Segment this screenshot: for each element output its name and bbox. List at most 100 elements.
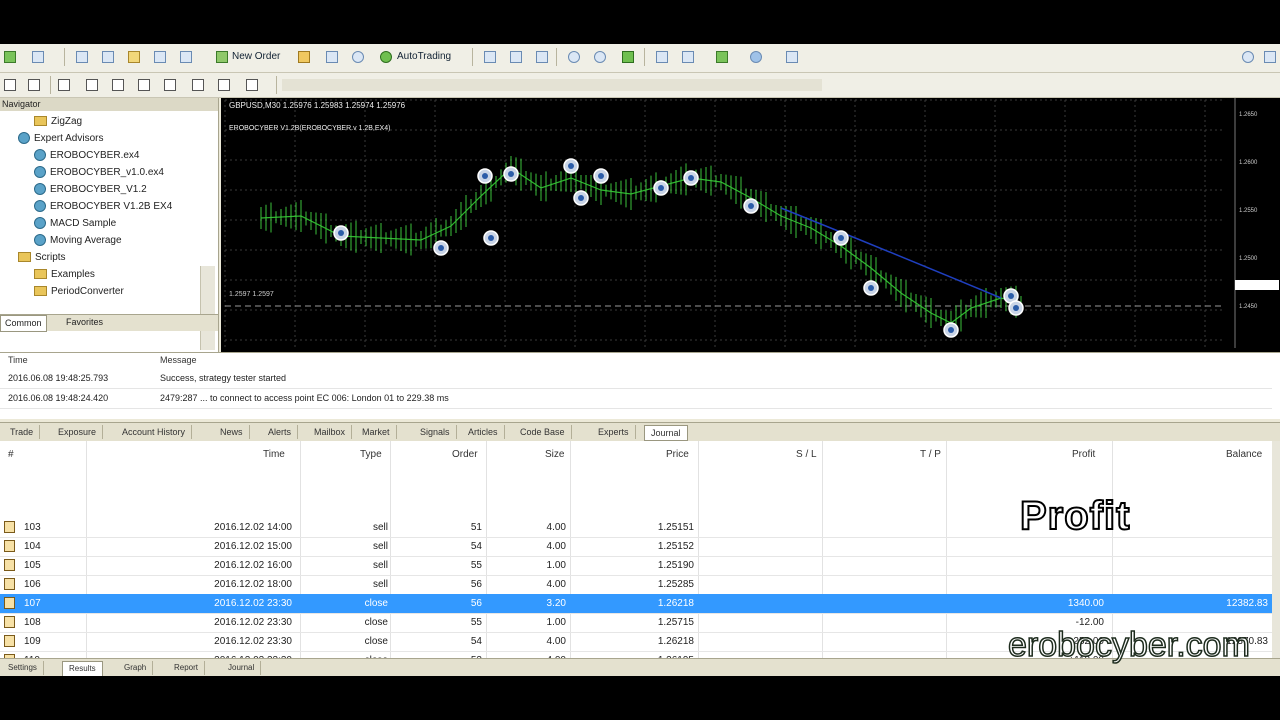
templates-icon[interactable] — [784, 49, 800, 65]
candlestick-icon[interactable] — [508, 49, 524, 65]
terminal-icon[interactable] — [152, 49, 168, 65]
options-icon[interactable] — [324, 49, 340, 65]
indicators-icon[interactable] — [714, 49, 730, 65]
nav-item-zigzag[interactable]: ZigZag — [34, 114, 82, 130]
line-chart-icon[interactable] — [534, 49, 550, 65]
new-order-button[interactable]: New Order — [232, 51, 280, 62]
terminal-tab[interactable]: Exposure — [52, 425, 104, 439]
text-label-icon[interactable] — [216, 77, 232, 93]
tester-tab[interactable]: Graph — [118, 661, 154, 675]
terminal-tabs: Trade Exposure Account History News Alerts Ma… — [0, 422, 1280, 442]
trade-marker-center — [338, 230, 344, 236]
new-order-icon[interactable] — [214, 49, 230, 65]
trade-marker-center — [438, 245, 444, 251]
autotrading-icon[interactable] — [378, 49, 394, 65]
trendline-icon[interactable] — [110, 77, 126, 93]
terminal-tab[interactable]: Mailbox — [308, 425, 353, 439]
cell-price: 1.25152 — [657, 541, 694, 552]
trade-marker-center — [838, 235, 844, 241]
tester-tab[interactable]: Results — [62, 661, 103, 676]
community-icon[interactable] — [1262, 49, 1278, 65]
profiles-icon[interactable] — [30, 49, 46, 65]
equidistant-channel-icon[interactable] — [136, 77, 152, 93]
nav-item-ea[interactable]: Moving Average — [34, 233, 122, 249]
timeframes-bar[interactable] — [282, 79, 822, 91]
table-row[interactable]: 105 2016.12.02 16:00 sell 55 1.00 1.25190 — [0, 556, 1272, 576]
globe-icon[interactable] — [350, 49, 366, 65]
terminal-tab[interactable]: News — [214, 425, 250, 439]
nav-item-expert-advisors[interactable]: Expert Advisors — [18, 131, 103, 147]
navigator-scrollbar[interactable] — [200, 266, 215, 350]
sell-deal-icon — [4, 540, 15, 552]
terminal-tab[interactable]: Market — [356, 425, 397, 439]
trade-marker-center — [482, 173, 488, 179]
trade-marker-center — [658, 185, 664, 191]
zoom-in-icon[interactable] — [566, 49, 582, 65]
toolbar-separator — [276, 76, 277, 94]
journal-time: 2016.06.08 19:48:25.793 — [8, 373, 109, 383]
tester-tab[interactable]: Report — [168, 661, 206, 675]
zoom-out-icon[interactable] — [592, 49, 608, 65]
horizontal-line-icon[interactable] — [84, 77, 100, 93]
terminal-tab[interactable]: Experts — [592, 425, 636, 439]
terminal-tab[interactable]: Alerts — [262, 425, 299, 439]
fibonacci-icon[interactable] — [162, 77, 178, 93]
table-row[interactable]: 104 2016.12.02 15:00 sell 54 4.00 1.25152 — [0, 537, 1272, 557]
trade-marker-center — [598, 173, 604, 179]
cell-size: 3.20 — [546, 598, 566, 609]
vertical-line-icon[interactable] — [56, 77, 72, 93]
new-chart-icon[interactable] — [2, 49, 18, 65]
terminal-tab[interactable]: Code Base — [514, 425, 572, 439]
tester-tab[interactable]: Settings — [2, 661, 44, 675]
market-watch-icon[interactable] — [74, 49, 90, 65]
nav-item-ea[interactable]: MACD Sample — [34, 216, 116, 232]
table-row[interactable]: 107 2016.12.02 23:30 close 56 3.20 1.26218 134… — [0, 594, 1272, 614]
expert-icon — [34, 149, 46, 162]
arrows-icon[interactable] — [244, 77, 260, 93]
overlay-profit-caption: Profit — [1019, 493, 1131, 539]
crosshair-icon[interactable] — [26, 77, 42, 93]
table-row[interactable]: 106 2016.12.02 18:00 sell 56 4.00 1.25285 — [0, 575, 1272, 595]
text-icon[interactable] — [190, 77, 206, 93]
price-chart[interactable]: GBPUSD,M30 1.25976 1.25983 1.25974 1.259… — [221, 98, 1280, 368]
terminal-tab[interactable]: Account History — [116, 425, 193, 439]
journal-row[interactable]: 2016.06.08 19:48:25.793 Success, strateg… — [0, 369, 1272, 389]
trade-marker-center — [748, 203, 754, 209]
bar-chart-icon[interactable] — [482, 49, 498, 65]
script-icon — [34, 286, 47, 297]
results-scrollbar[interactable] — [1272, 441, 1280, 659]
nav-item-ea[interactable]: EROBOCYBER V1.2B EX4 — [34, 199, 172, 215]
nav-item-script[interactable]: PeriodConverter — [34, 284, 124, 300]
strategy-tester-icon[interactable] — [178, 49, 194, 65]
cell-price: 1.26218 — [657, 636, 694, 647]
tester-tab[interactable]: Journal — [222, 661, 262, 675]
sell-deal-icon — [4, 559, 15, 571]
chart-shift-icon[interactable] — [654, 49, 670, 65]
metaeditor-icon[interactable] — [296, 49, 312, 65]
tab-favorites[interactable]: Favorites — [62, 315, 107, 330]
nav-item-scripts[interactable]: Scripts — [18, 250, 66, 266]
journal-message: 2479:287 ... to connect to access point … — [160, 393, 449, 403]
terminal-tab[interactable]: Signals — [414, 425, 457, 439]
nav-item-ea[interactable]: EROBOCYBER_V1.2 — [34, 182, 147, 198]
periods-icon[interactable] — [748, 49, 764, 65]
nav-item-examples[interactable]: Examples — [34, 267, 95, 283]
nav-item-ea[interactable]: EROBOCYBER.ex4 — [34, 148, 139, 164]
search-icon[interactable] — [1240, 49, 1256, 65]
toolbar-separator — [472, 48, 473, 66]
navigator-icon[interactable] — [126, 49, 142, 65]
autoscroll-icon[interactable] — [680, 49, 696, 65]
terminal-tab[interactable]: Articles — [462, 425, 505, 439]
trade-marker-center — [1013, 305, 1019, 311]
journal-row[interactable]: 2016.06.08 19:48:24.420 2479:287 ... to … — [0, 389, 1272, 409]
autotrading-button[interactable]: AutoTrading — [397, 51, 451, 62]
tab-common[interactable]: Common — [0, 315, 47, 332]
terminal-tab[interactable]: Trade — [4, 425, 41, 439]
data-window-icon[interactable] — [100, 49, 116, 65]
cell-time: 2016.12.02 14:00 — [214, 522, 292, 533]
toolbar-separator — [50, 76, 51, 94]
tile-windows-icon[interactable] — [620, 49, 636, 65]
cursor-icon[interactable] — [2, 77, 18, 93]
terminal-tab[interactable]: Journal — [644, 425, 688, 441]
nav-item-ea[interactable]: EROBOCYBER_v1.0.ex4 — [34, 165, 164, 181]
